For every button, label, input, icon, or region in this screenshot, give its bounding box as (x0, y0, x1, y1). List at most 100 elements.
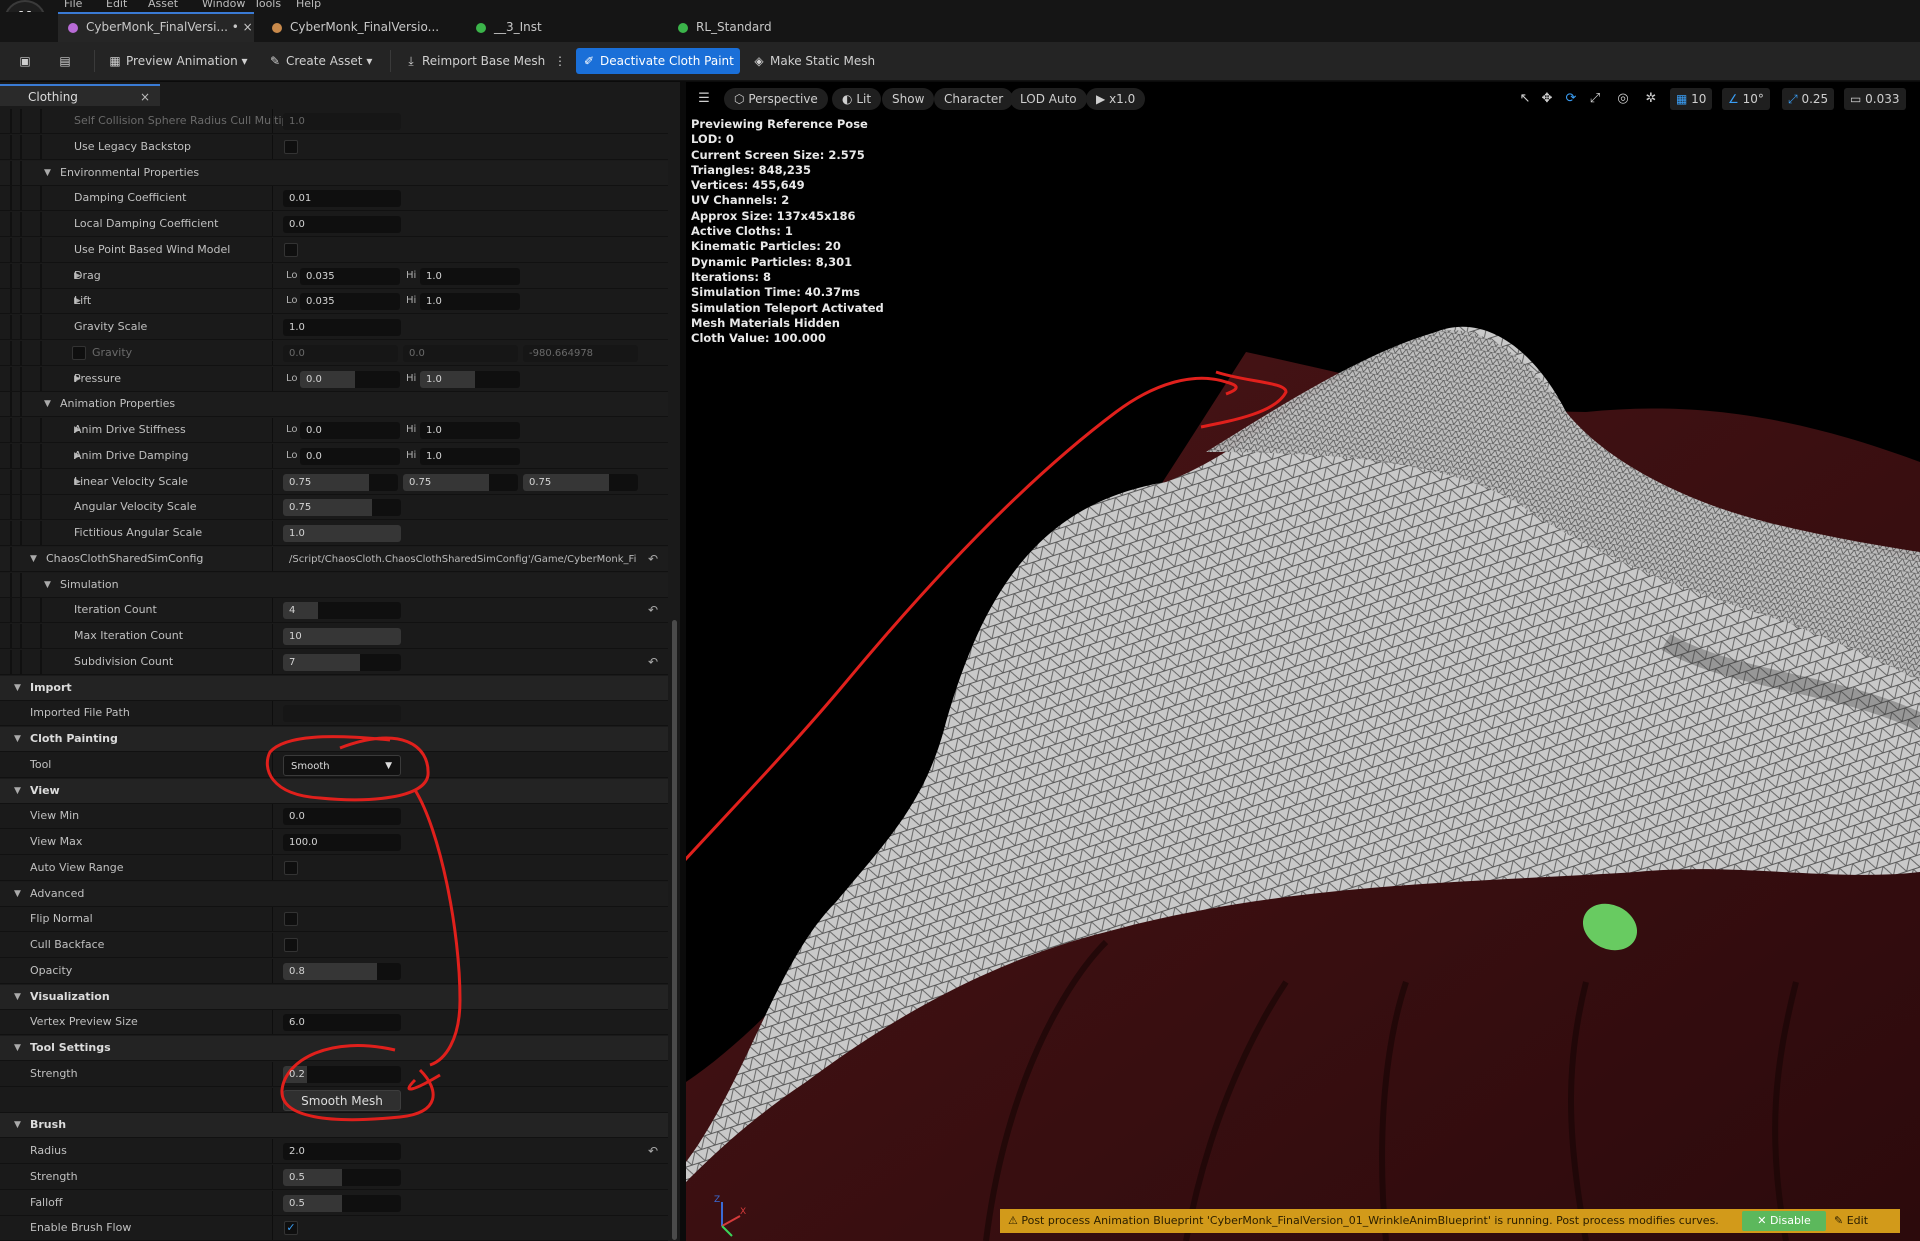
value-field[interactable]: 0.0 (283, 808, 401, 825)
tab-cybermonk-final-2[interactable]: CyberMonk_FinalVersio... (262, 12, 454, 42)
gravity-override-checkbox[interactable] (72, 346, 86, 360)
value-field[interactable]: -980.664978 (523, 345, 638, 362)
column-divider[interactable] (272, 856, 273, 880)
property-row-brush[interactable]: ▼ Brush (0, 1113, 668, 1138)
value-field[interactable]: 4 (283, 602, 401, 619)
deactivate-cloth-paint-button[interactable]: ✐ Deactivate Cloth Paint (576, 48, 740, 74)
asset-path-field[interactable]: /Script/ChaosCloth.ChaosClothSharedSimCo… (283, 551, 638, 568)
expand-arrow-icon[interactable]: ▼ (14, 882, 21, 906)
menu-help[interactable]: Help (296, 0, 321, 10)
property-row-visualization[interactable]: ▼ Visualization (0, 985, 668, 1010)
column-divider[interactable] (272, 1062, 273, 1086)
property-row-environmental-properties[interactable]: ▼ Environmental Properties (0, 161, 668, 186)
column-divider[interactable] (272, 341, 273, 365)
smooth-mesh-button[interactable]: Smooth Mesh (283, 1090, 401, 1111)
column-divider[interactable] (272, 186, 273, 210)
checkbox[interactable] (284, 938, 298, 952)
property-row-view[interactable]: ▼ View (0, 779, 668, 804)
property-row-chaosclothsharedsimconfig[interactable]: ▼ ChaosClothSharedSimConfig/Script/ChaosC… (0, 547, 668, 572)
tab-close-icon[interactable]: • × (232, 20, 253, 34)
value-field[interactable]: 100.0 (283, 834, 401, 851)
column-divider[interactable] (272, 521, 273, 545)
property-row-cloth-painting[interactable]: ▼ Cloth Painting (0, 727, 668, 752)
tab-cybermonk-final[interactable]: CyberMonk_FinalVersi... • × (58, 12, 254, 42)
value-field[interactable]: 0.75 (403, 474, 518, 491)
value-field[interactable]: 0.5 (283, 1169, 401, 1186)
value-field[interactable]: 0.0 (403, 345, 518, 362)
value-field[interactable]: 0.75 (523, 474, 638, 491)
scale-icon[interactable]: ⤢ (1586, 88, 1604, 110)
rotate-icon[interactable]: ⟳ (1562, 88, 1580, 110)
reset-to-default-icon[interactable]: ↶ (648, 1139, 658, 1163)
column-divider[interactable] (272, 264, 273, 288)
checkbox[interactable]: ✓ (284, 1221, 298, 1235)
column-divider[interactable] (272, 1165, 273, 1189)
property-row-animation-properties[interactable]: ▼ Animation Properties (0, 392, 668, 417)
more-options-button[interactable]: ⋮ (548, 48, 572, 74)
create-asset-button[interactable]: ✎ Create Asset ▾ (262, 48, 378, 74)
menu-window[interactable]: Window (202, 0, 245, 10)
column-divider[interactable] (272, 109, 273, 133)
surface-snap-icon[interactable]: ✲ (1642, 88, 1660, 110)
column-divider[interactable] (272, 650, 273, 674)
tab-clothing[interactable]: Clothing × (0, 84, 160, 106)
tool-dropdown[interactable]: Smooth ▼ (283, 755, 401, 776)
value-field[interactable]: 1.0 (283, 525, 401, 542)
scale-snap-button[interactable]: ⤢ 0.25 (1782, 88, 1835, 110)
column-divider[interactable] (272, 238, 273, 262)
reimport-base-mesh-button[interactable]: ⤓ Reimport Base Mesh (398, 48, 551, 74)
column-divider[interactable] (272, 547, 273, 571)
tab-3-inst[interactable]: __3_Inst (466, 12, 616, 42)
menu-edit[interactable]: Edit (106, 0, 127, 10)
value-field[interactable]: 1.0 (283, 319, 401, 336)
value-field[interactable]: 0.2 (283, 1066, 401, 1083)
property-row-simulation[interactable]: ▼ Simulation (0, 573, 668, 598)
column-divider[interactable] (272, 135, 273, 159)
world-local-icon[interactable]: ◎ (1614, 88, 1632, 110)
value-field[interactable]: 1.0 (420, 448, 520, 465)
expand-arrow-icon[interactable]: ▼ (30, 547, 37, 571)
checkbox[interactable] (284, 243, 298, 257)
value-field[interactable]: 0.0 (283, 216, 401, 233)
value-field[interactable]: 1.0 (420, 371, 520, 388)
column-divider[interactable] (272, 1088, 273, 1112)
property-row-advanced[interactable]: ▼ Advanced (0, 882, 668, 907)
column-divider[interactable] (272, 701, 273, 725)
grid-snap-button[interactable]: ▦ 10 (1670, 88, 1713, 110)
preview-animation-button[interactable]: ▦ Preview Animation ▾ (102, 48, 254, 74)
panel-scrollbar[interactable] (672, 620, 677, 1240)
column-divider[interactable] (272, 289, 273, 313)
value-field[interactable]: 0.0 (283, 345, 398, 362)
expand-arrow-icon[interactable]: ▼ (14, 727, 21, 751)
show-button[interactable]: Show (882, 88, 935, 110)
expand-arrow-icon[interactable]: ▼ (14, 1113, 21, 1137)
expand-arrow-icon[interactable]: ▼ (14, 779, 21, 803)
translate-icon[interactable]: ✥ (1538, 88, 1556, 110)
expand-arrow-icon[interactable]: ▼ (14, 985, 21, 1009)
checkbox[interactable] (284, 912, 298, 926)
column-divider[interactable] (272, 1216, 273, 1240)
column-divider[interactable] (272, 907, 273, 931)
value-field[interactable]: 10 (283, 628, 401, 645)
column-divider[interactable] (272, 315, 273, 339)
column-divider[interactable] (272, 1010, 273, 1034)
value-field[interactable]: 1.0 (283, 113, 401, 130)
column-divider[interactable] (272, 418, 273, 442)
value-field[interactable]: 0.01 (283, 190, 401, 207)
viewport-menu-icon[interactable]: ☰ (694, 88, 714, 110)
save-button[interactable]: ▣ (12, 48, 42, 74)
camera-speed-button[interactable]: ▭ 0.033 (1844, 88, 1906, 110)
value-field[interactable]: 1.0 (420, 268, 520, 285)
value-field[interactable]: 0.035 (300, 268, 400, 285)
column-divider[interactable] (272, 830, 273, 854)
expand-arrow-icon[interactable]: ▼ (44, 161, 51, 185)
value-field[interactable]: 0.035 (300, 293, 400, 310)
expand-arrow-icon[interactable]: ▼ (44, 392, 51, 416)
character-button[interactable]: Character (934, 88, 1014, 110)
select-mode-icon[interactable]: ↖ (1516, 88, 1534, 110)
value-field[interactable]: 2.0 (283, 1143, 401, 1160)
value-field[interactable]: 0.0 (300, 422, 400, 439)
checkbox[interactable] (284, 861, 298, 875)
menu-file[interactable]: File (64, 0, 82, 10)
perspective-button[interactable]: ⬡ Perspective (724, 88, 828, 110)
